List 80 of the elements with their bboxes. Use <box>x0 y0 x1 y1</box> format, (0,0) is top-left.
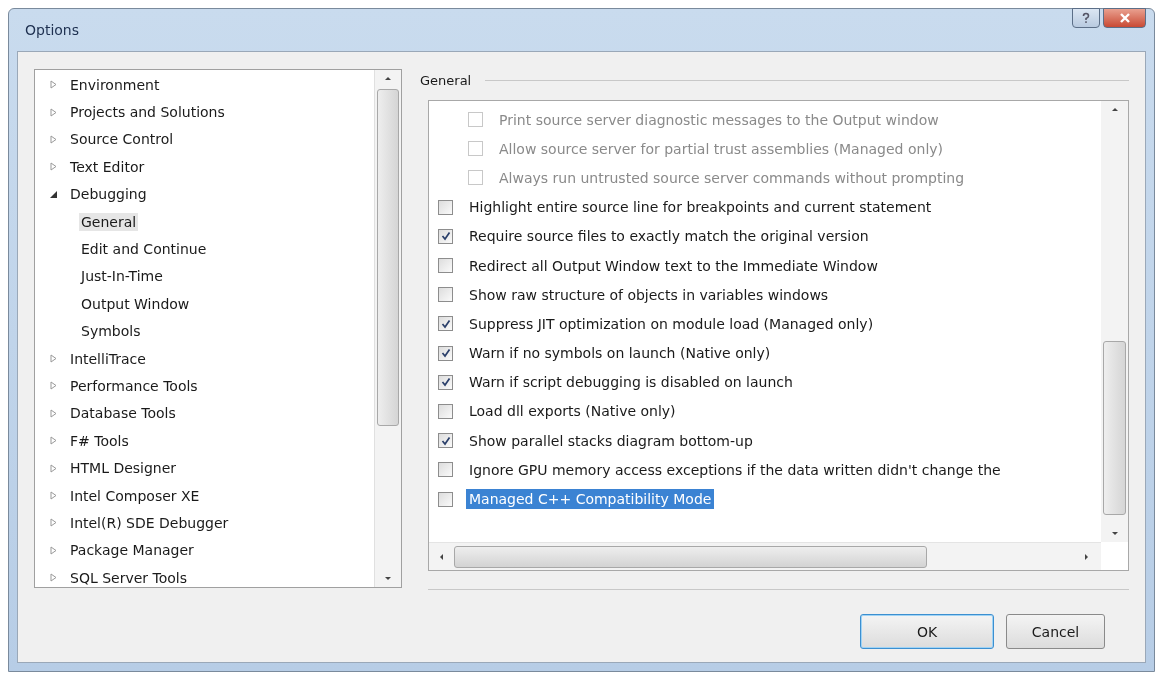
option-label[interactable]: Ignore GPU memory access exceptions if the data written didn't change the <box>466 459 1004 480</box>
help-button[interactable] <box>1072 8 1100 28</box>
option-label[interactable]: Load dll exports (Native only) <box>466 401 679 422</box>
tree-item[interactable]: Projects and Solutions <box>68 103 227 122</box>
expand-arrow-icon[interactable] <box>49 491 58 501</box>
expand-arrow-icon[interactable] <box>49 381 58 391</box>
cancel-button[interactable]: Cancel <box>1006 614 1105 649</box>
scroll-thumb[interactable] <box>454 545 928 568</box>
tree-item[interactable]: Environment <box>68 75 162 94</box>
scroll-thumb[interactable] <box>1103 341 1126 515</box>
expand-arrow-icon[interactable] <box>49 134 58 144</box>
help-icon <box>1080 12 1092 24</box>
tree-item[interactable]: Just-In-Time <box>79 267 165 286</box>
tree-item[interactable]: Debugging <box>68 185 149 204</box>
tree-item[interactable]: IntelliTrace <box>68 349 148 368</box>
checkbox[interactable] <box>438 258 453 274</box>
tree-item[interactable]: Edit and Continue <box>79 240 209 259</box>
checkbox[interactable] <box>438 403 453 419</box>
collapse-arrow-icon[interactable] <box>49 189 58 199</box>
checkmark-icon <box>440 318 451 329</box>
option-label[interactable]: Warn if script debugging is disabled on launch <box>466 372 796 393</box>
expand-arrow-icon[interactable] <box>49 436 58 446</box>
close-button[interactable] <box>1103 8 1146 28</box>
scroll-up-icon[interactable] <box>384 76 392 81</box>
checkbox[interactable] <box>438 345 453 361</box>
tree-item[interactable]: Package Manager <box>68 541 196 560</box>
tree-item[interactable]: F# Tools <box>68 431 131 450</box>
option-label[interactable]: Suppress JIT optimization on module load (Managed only) <box>466 313 877 334</box>
option-label[interactable]: Show raw structure of objects in variables windows <box>466 284 832 305</box>
checkbox[interactable] <box>438 462 453 478</box>
expand-arrow-icon[interactable] <box>49 463 58 473</box>
scrollbar[interactable] <box>1101 101 1128 542</box>
expand-arrow-icon[interactable] <box>49 162 58 172</box>
ok-button[interactable]: OK <box>860 614 994 649</box>
tree-item[interactable]: General <box>79 212 139 231</box>
scrollbar[interactable] <box>429 542 1101 570</box>
checkbox[interactable] <box>438 433 453 449</box>
option-label[interactable]: Require source files to exactly match the original version <box>466 226 872 247</box>
tree-item[interactable]: Symbols <box>79 322 143 341</box>
scroll-down-icon[interactable] <box>1110 531 1119 536</box>
checkbox[interactable] <box>438 491 453 507</box>
window-title: Options <box>25 22 80 38</box>
scroll-down-icon[interactable] <box>384 576 392 581</box>
tree-item[interactable]: SQL Server Tools <box>68 568 189 587</box>
tree-item[interactable]: Output Window <box>79 294 192 313</box>
scrollbar[interactable] <box>374 70 401 587</box>
tree-item[interactable]: Intel Composer XE <box>68 486 202 505</box>
expand-arrow-icon[interactable] <box>49 408 58 418</box>
checkbox[interactable] <box>438 228 453 244</box>
expand-arrow-icon[interactable] <box>49 518 58 528</box>
tree-item[interactable]: Text Editor <box>68 157 147 176</box>
tree-item[interactable]: Performance Tools <box>68 377 200 395</box>
option-label[interactable]: Warn if no symbols on launch (Native only) <box>466 343 774 364</box>
tree-item[interactable]: Source Control <box>68 130 176 149</box>
option-label[interactable]: Redirect all Output Window text to the Immediate Window <box>466 255 881 276</box>
option-label[interactable]: Managed C++ Compatibility Mode <box>466 489 715 510</box>
expand-arrow-icon[interactable] <box>49 107 58 117</box>
expand-arrow-icon[interactable] <box>49 545 58 555</box>
tree-item[interactable]: HTML Designer <box>68 459 179 478</box>
option-label[interactable]: Highlight entire source line for breakpoints and current statement <box>466 197 935 218</box>
checkmark-icon <box>440 377 451 388</box>
checkmark-icon <box>440 435 451 446</box>
scroll-up-icon[interactable] <box>1110 107 1119 112</box>
checkbox[interactable] <box>438 316 453 332</box>
tree-item[interactable]: Database Tools <box>68 404 178 423</box>
option-label[interactable]: Show parallel stacks diagram bottom-up <box>466 430 756 451</box>
checkmark-icon <box>440 348 451 359</box>
checkbox[interactable] <box>438 374 453 390</box>
section-title: General <box>420 72 472 88</box>
checkbox[interactable] <box>438 199 453 215</box>
scroll-left-icon[interactable] <box>439 552 444 561</box>
checkmark-icon <box>440 231 451 242</box>
expand-arrow-icon[interactable] <box>49 573 58 583</box>
close-icon <box>1118 13 1131 23</box>
expand-arrow-icon[interactable] <box>49 80 58 90</box>
checkbox[interactable] <box>438 287 453 303</box>
scroll-thumb[interactable] <box>377 89 399 426</box>
scroll-right-icon[interactable] <box>1084 552 1089 561</box>
expand-arrow-icon[interactable] <box>49 354 58 364</box>
tree-item[interactable]: Intel(R) SDE Debugger <box>68 513 231 532</box>
